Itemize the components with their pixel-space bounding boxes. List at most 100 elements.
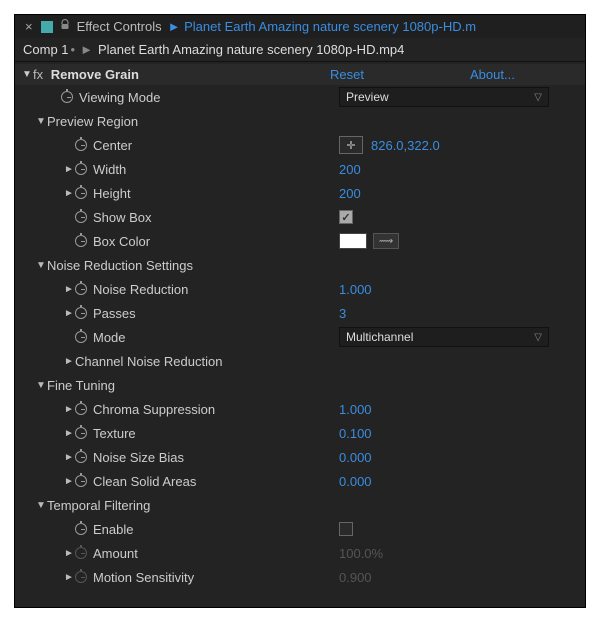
label-nr: Noise Reduction <box>93 282 188 297</box>
eyedropper-icon[interactable]: ⟿ <box>373 233 399 249</box>
label-height: Height <box>93 186 131 201</box>
disclosure-icon[interactable] <box>63 308 75 319</box>
chevron-down-icon: ▽ <box>534 332 542 343</box>
row-ft[interactable]: Fine Tuning <box>15 373 585 397</box>
breadcrumb-separator-icon: ► <box>77 42 96 57</box>
nr-value[interactable]: 1.000 <box>339 282 372 297</box>
stopwatch-icon[interactable] <box>75 211 87 223</box>
show-box-checkbox[interactable]: ✓ <box>339 210 353 224</box>
disclosure-icon[interactable] <box>35 380 47 391</box>
row-center: Center ✛ 826.0,322.0 <box>15 133 585 157</box>
disclosure-icon[interactable] <box>63 164 75 175</box>
disclosure-icon[interactable] <box>63 404 75 415</box>
chevron-down-icon: ▽ <box>534 92 542 103</box>
stopwatch-icon[interactable] <box>75 139 87 151</box>
breadcrumb: Comp 1 • ► Planet Earth Amazing nature s… <box>15 38 585 62</box>
about-link[interactable]: About... <box>470 67 515 82</box>
row-motion: Motion Sensitivity 0.900 <box>15 565 585 589</box>
disclosure-icon[interactable] <box>21 69 33 80</box>
center-y[interactable]: 322.0 <box>407 138 440 153</box>
row-nrs[interactable]: Noise Reduction Settings <box>15 253 585 277</box>
box-color-swatch[interactable] <box>339 233 367 249</box>
label-texture: Texture <box>93 426 136 441</box>
stopwatch-icon[interactable] <box>75 403 87 415</box>
row-cnr[interactable]: Channel Noise Reduction <box>15 349 585 373</box>
row-nsb: Noise Size Bias 0.000 <box>15 445 585 469</box>
stopwatch-icon[interactable] <box>75 523 87 535</box>
passes-value[interactable]: 3 <box>339 306 346 321</box>
row-amount: Amount 100.0% <box>15 541 585 565</box>
label-center: Center <box>93 138 132 153</box>
row-tf[interactable]: Temporal Filtering <box>15 493 585 517</box>
label-enable: Enable <box>93 522 133 537</box>
reset-link[interactable]: Reset <box>330 67 470 82</box>
breadcrumb-asset[interactable]: Planet Earth Amazing nature scenery 1080… <box>98 42 404 57</box>
stopwatch-icon <box>75 547 87 559</box>
disclosure-icon[interactable] <box>63 452 75 463</box>
disclosure-icon[interactable] <box>63 188 75 199</box>
disclosure-icon[interactable] <box>63 476 75 487</box>
mode-dropdown[interactable]: Multichannel ▽ <box>339 327 549 347</box>
crosshair-icon[interactable]: ✛ <box>339 136 363 154</box>
stopwatch-icon[interactable] <box>61 91 73 103</box>
fx-badge[interactable]: fx <box>33 67 47 82</box>
row-width: Width 200 <box>15 157 585 181</box>
row-preview-region[interactable]: Preview Region <box>15 109 585 133</box>
row-passes: Passes 3 <box>15 301 585 325</box>
label-nsb: Noise Size Bias <box>93 450 184 465</box>
asset-path-text: Planet Earth Amazing nature scenery 1080… <box>184 19 476 34</box>
label-ft: Fine Tuning <box>47 378 115 393</box>
disclosure-icon <box>63 572 75 583</box>
label-mode: Mode <box>93 330 126 345</box>
disclosure-icon[interactable] <box>63 356 75 367</box>
label-show-box: Show Box <box>93 210 152 225</box>
label-passes: Passes <box>93 306 136 321</box>
texture-value[interactable]: 0.100 <box>339 426 372 441</box>
chroma-value[interactable]: 1.000 <box>339 402 372 417</box>
panel-tab-label[interactable]: Effect Controls <box>77 19 162 34</box>
viewing-mode-dropdown[interactable]: Preview ▽ <box>339 87 549 107</box>
breadcrumb-comp[interactable]: Comp 1 <box>23 42 69 57</box>
disclosure-icon[interactable] <box>35 260 47 271</box>
stopwatch-icon[interactable] <box>75 307 87 319</box>
enable-checkbox[interactable] <box>339 522 353 536</box>
nsb-value[interactable]: 0.000 <box>339 450 372 465</box>
label-nrs: Noise Reduction Settings <box>47 258 193 273</box>
stopwatch-icon[interactable] <box>75 283 87 295</box>
row-texture: Texture 0.100 <box>15 421 585 445</box>
label-cnr: Channel Noise Reduction <box>75 354 222 369</box>
label-csa: Clean Solid Areas <box>93 474 196 489</box>
stopwatch-icon[interactable] <box>75 427 87 439</box>
stopwatch-icon[interactable] <box>75 451 87 463</box>
stopwatch-icon[interactable] <box>75 475 87 487</box>
width-value[interactable]: 200 <box>339 162 361 177</box>
stopwatch-icon[interactable] <box>75 187 87 199</box>
row-csa: Clean Solid Areas 0.000 <box>15 469 585 493</box>
effect-header[interactable]: fx Remove Grain Reset About... <box>15 64 585 85</box>
csa-value[interactable]: 0.000 <box>339 474 372 489</box>
center-x[interactable]: 826.0 <box>371 138 404 153</box>
row-show-box: Show Box ✓ <box>15 205 585 229</box>
label-amount: Amount <box>93 546 138 561</box>
viewing-mode-value: Preview <box>346 90 389 104</box>
asset-path-link[interactable]: ► Planet Earth Amazing nature scenery 10… <box>168 19 476 34</box>
close-tab[interactable]: × <box>23 19 35 34</box>
label-width: Width <box>93 162 126 177</box>
disclosure-icon <box>63 548 75 559</box>
color-swatch-icon[interactable] <box>41 21 53 33</box>
disclosure-icon[interactable] <box>35 116 47 127</box>
row-box-color: Box Color ⟿ <box>15 229 585 253</box>
height-value[interactable]: 200 <box>339 186 361 201</box>
stopwatch-icon[interactable] <box>75 235 87 247</box>
lock-icon[interactable] <box>59 19 71 34</box>
label-box-color: Box Color <box>93 234 150 249</box>
breadcrumb-dot: • <box>71 42 76 57</box>
disclosure-icon[interactable] <box>63 284 75 295</box>
stopwatch-icon[interactable] <box>75 331 87 343</box>
disclosure-icon[interactable] <box>63 428 75 439</box>
row-enable: Enable <box>15 517 585 541</box>
motion-value: 0.900 <box>339 570 372 585</box>
label-tf: Temporal Filtering <box>47 498 150 513</box>
stopwatch-icon[interactable] <box>75 163 87 175</box>
disclosure-icon[interactable] <box>35 500 47 511</box>
